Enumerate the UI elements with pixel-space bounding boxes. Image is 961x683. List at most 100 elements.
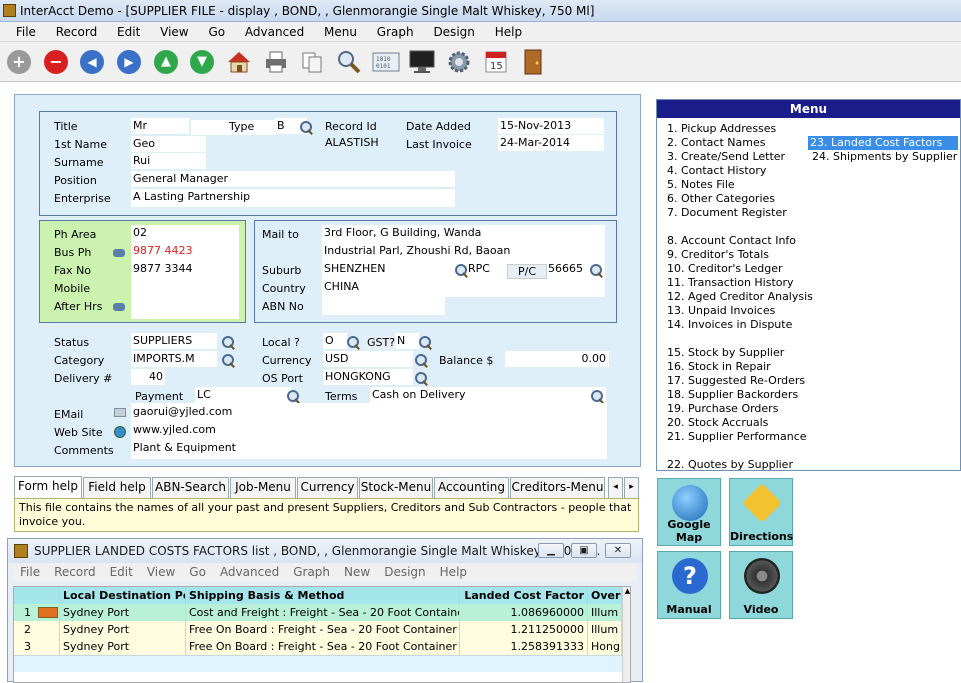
menu-go[interactable]: Go <box>200 22 233 42</box>
pc-field[interactable]: 56665 <box>548 262 583 275</box>
sub-menu-help[interactable]: Help <box>433 563 474 582</box>
sub-menu-record[interactable]: Record <box>47 563 102 582</box>
local-field[interactable]: O <box>323 333 347 349</box>
currency-lookup-icon[interactable] <box>415 354 428 367</box>
country-field[interactable]: CHINA <box>324 280 359 293</box>
monitor-icon[interactable] <box>407 47 437 77</box>
restore-button[interactable]: ▣ <box>571 543 597 558</box>
title-field[interactable]: Mr <box>131 118 189 134</box>
os-port-lookup-icon[interactable] <box>415 372 428 385</box>
menu-record[interactable]: Record <box>48 22 105 42</box>
delete-icon[interactable]: − <box>41 47 71 77</box>
menu-item-13[interactable]: 13. Unpaid Invoices <box>667 304 775 318</box>
menu-edit[interactable]: Edit <box>109 22 148 42</box>
menu-item-18[interactable]: 18. Supplier Backorders <box>667 388 798 402</box>
email-field[interactable]: gaorui@yjled.com <box>133 405 232 418</box>
enterprise-field[interactable]: A Lasting Partnership <box>131 189 455 207</box>
menu-item-21[interactable]: 21. Supplier Performance <box>667 430 807 444</box>
bus-ph-field[interactable]: 9877 4423 <box>133 244 193 257</box>
menu-item-9[interactable]: 9. Creditor's Totals <box>667 248 769 262</box>
gst-lookup-icon[interactable] <box>419 336 432 349</box>
tab-scroll-right-icon[interactable]: ▸ <box>624 477 639 498</box>
menu-item-20[interactable]: 20. Stock Accruals <box>667 416 768 430</box>
next-icon[interactable]: ▶ <box>114 47 144 77</box>
sub-menu-advanced[interactable]: Advanced <box>213 563 286 582</box>
phone-icon[interactable] <box>112 247 126 259</box>
empty-new-row[interactable] <box>14 655 622 672</box>
currency-field[interactable]: USD <box>323 351 413 367</box>
comments-field[interactable]: Plant & Equipment <box>133 441 236 454</box>
gst-field[interactable]: N <box>395 333 419 349</box>
status-lookup-icon[interactable] <box>222 336 235 349</box>
tab-currency[interactable]: Currency <box>297 477 358 498</box>
menu-item-12[interactable]: 12. Aged Creditor Analysis <box>667 290 813 304</box>
position-field[interactable]: General Manager <box>131 171 455 187</box>
email-icon[interactable] <box>114 408 126 417</box>
local-lookup-icon[interactable] <box>347 336 360 349</box>
tab-form-help[interactable]: Form help <box>14 476 82 498</box>
menu-item-8[interactable]: 8. Account Contact Info <box>667 234 796 248</box>
video-button[interactable]: Video <box>729 551 793 619</box>
surname-field[interactable]: Rui <box>131 153 206 169</box>
first-name-field[interactable]: Geo <box>131 136 206 152</box>
up-icon[interactable]: ▲ <box>151 47 181 77</box>
data-icon[interactable]: 1010 0101 <box>371 47 401 77</box>
google-map-button[interactable]: Google Map <box>657 478 721 546</box>
menu-item-7[interactable]: 7. Document Register <box>667 206 787 220</box>
close-button[interactable]: ✕ <box>605 543 631 558</box>
mail-to-line2[interactable]: Industrial Parl, Zhoushi Rd, Baoan <box>324 244 510 257</box>
suburb-lookup-icon[interactable] <box>455 264 468 277</box>
terms-lookup-icon[interactable] <box>591 390 604 403</box>
settings-icon[interactable] <box>444 47 474 77</box>
tab-scroll-left-icon[interactable]: ◂ <box>608 477 623 498</box>
menu-item-3[interactable]: 3. Create/Send Letter <box>667 150 785 164</box>
menu-item-4[interactable]: 4. Contact History <box>667 164 766 178</box>
sub-menu-go[interactable]: Go <box>182 563 213 582</box>
menu-item-2[interactable]: 2. Contact Names <box>667 136 765 150</box>
tab-stock-menu[interactable]: Stock-Menu <box>359 477 433 498</box>
minimize-button[interactable]: ▁ <box>538 543 564 558</box>
table-row[interactable]: 1 Sydney Port Cost and Freight : Freight -… <box>14 604 622 621</box>
tab-accounting[interactable]: Accounting <box>434 477 509 498</box>
sub-menu-edit[interactable]: Edit <box>103 563 140 582</box>
copy-icon[interactable] <box>297 47 327 77</box>
tab-abn-search[interactable]: ABN-Search <box>152 477 229 498</box>
menu-item-1[interactable]: 1. Pickup Addresses <box>667 122 776 136</box>
sub-menu-new[interactable]: New <box>337 563 377 582</box>
menu-item-19[interactable]: 19. Purchase Orders <box>667 402 778 416</box>
category-lookup-icon[interactable] <box>222 354 235 367</box>
mail-to-line1[interactable]: 3rd Floor, G Building, Wanda <box>324 226 481 239</box>
terms-field[interactable]: Cash on Delivery <box>370 387 606 403</box>
previous-icon[interactable]: ◀ <box>77 47 107 77</box>
menu-item-landed-cost-factors[interactable]: 23. Landed Cost Factors <box>808 136 958 150</box>
search-icon[interactable] <box>334 47 364 77</box>
home-icon[interactable] <box>224 47 254 77</box>
menu-item-6[interactable]: 6. Other Categories <box>667 192 775 206</box>
directions-button[interactable]: Directions <box>729 478 793 546</box>
os-port-field[interactable]: HONGKONG <box>323 369 413 385</box>
tab-creditors-menu[interactable]: Creditors-Menu <box>510 477 605 498</box>
suburb-field[interactable]: SHENZHEN <box>324 262 385 275</box>
table-row[interactable]: 3 Sydney Port Free On Board : Freight - Se… <box>14 638 622 655</box>
menu-item-shipments-by-supplier[interactable]: 24. Shipments by Supplier <box>812 150 957 164</box>
menu-item-11[interactable]: 11. Transaction History <box>667 276 794 290</box>
menu-item-14[interactable]: 14. Invoices in Dispute <box>667 318 792 332</box>
add-icon[interactable]: + <box>4 47 34 77</box>
website-field[interactable]: www.yjled.com <box>133 423 216 436</box>
menu-view[interactable]: View <box>152 22 196 42</box>
sub-menu-graph[interactable]: Graph <box>286 563 337 582</box>
menu-file[interactable]: File <box>8 22 44 42</box>
calendar-icon[interactable]: 15 <box>481 47 511 77</box>
column-header-basis[interactable]: Shipping Basis & Method <box>186 587 460 604</box>
tab-job-menu[interactable]: Job-Menu <box>230 477 296 498</box>
menu-item-22[interactable]: 22. Quotes by Supplier <box>667 458 793 472</box>
menu-design[interactable]: Design <box>425 22 482 42</box>
tab-field-help[interactable]: Field help <box>83 477 151 498</box>
column-header-factor[interactable]: Landed Cost Factor <box>460 587 588 604</box>
payment-field[interactable]: LC <box>195 387 291 403</box>
print-icon[interactable] <box>261 47 291 77</box>
ph-area-field[interactable]: 02 <box>133 226 147 239</box>
menu-item-10[interactable]: 10. Creditor's Ledger <box>667 262 783 276</box>
menu-item-17[interactable]: 17. Suggested Re-Orders <box>667 374 805 388</box>
table-row[interactable]: 2 Sydney Port Free On Board : Freight - Se… <box>14 621 622 638</box>
